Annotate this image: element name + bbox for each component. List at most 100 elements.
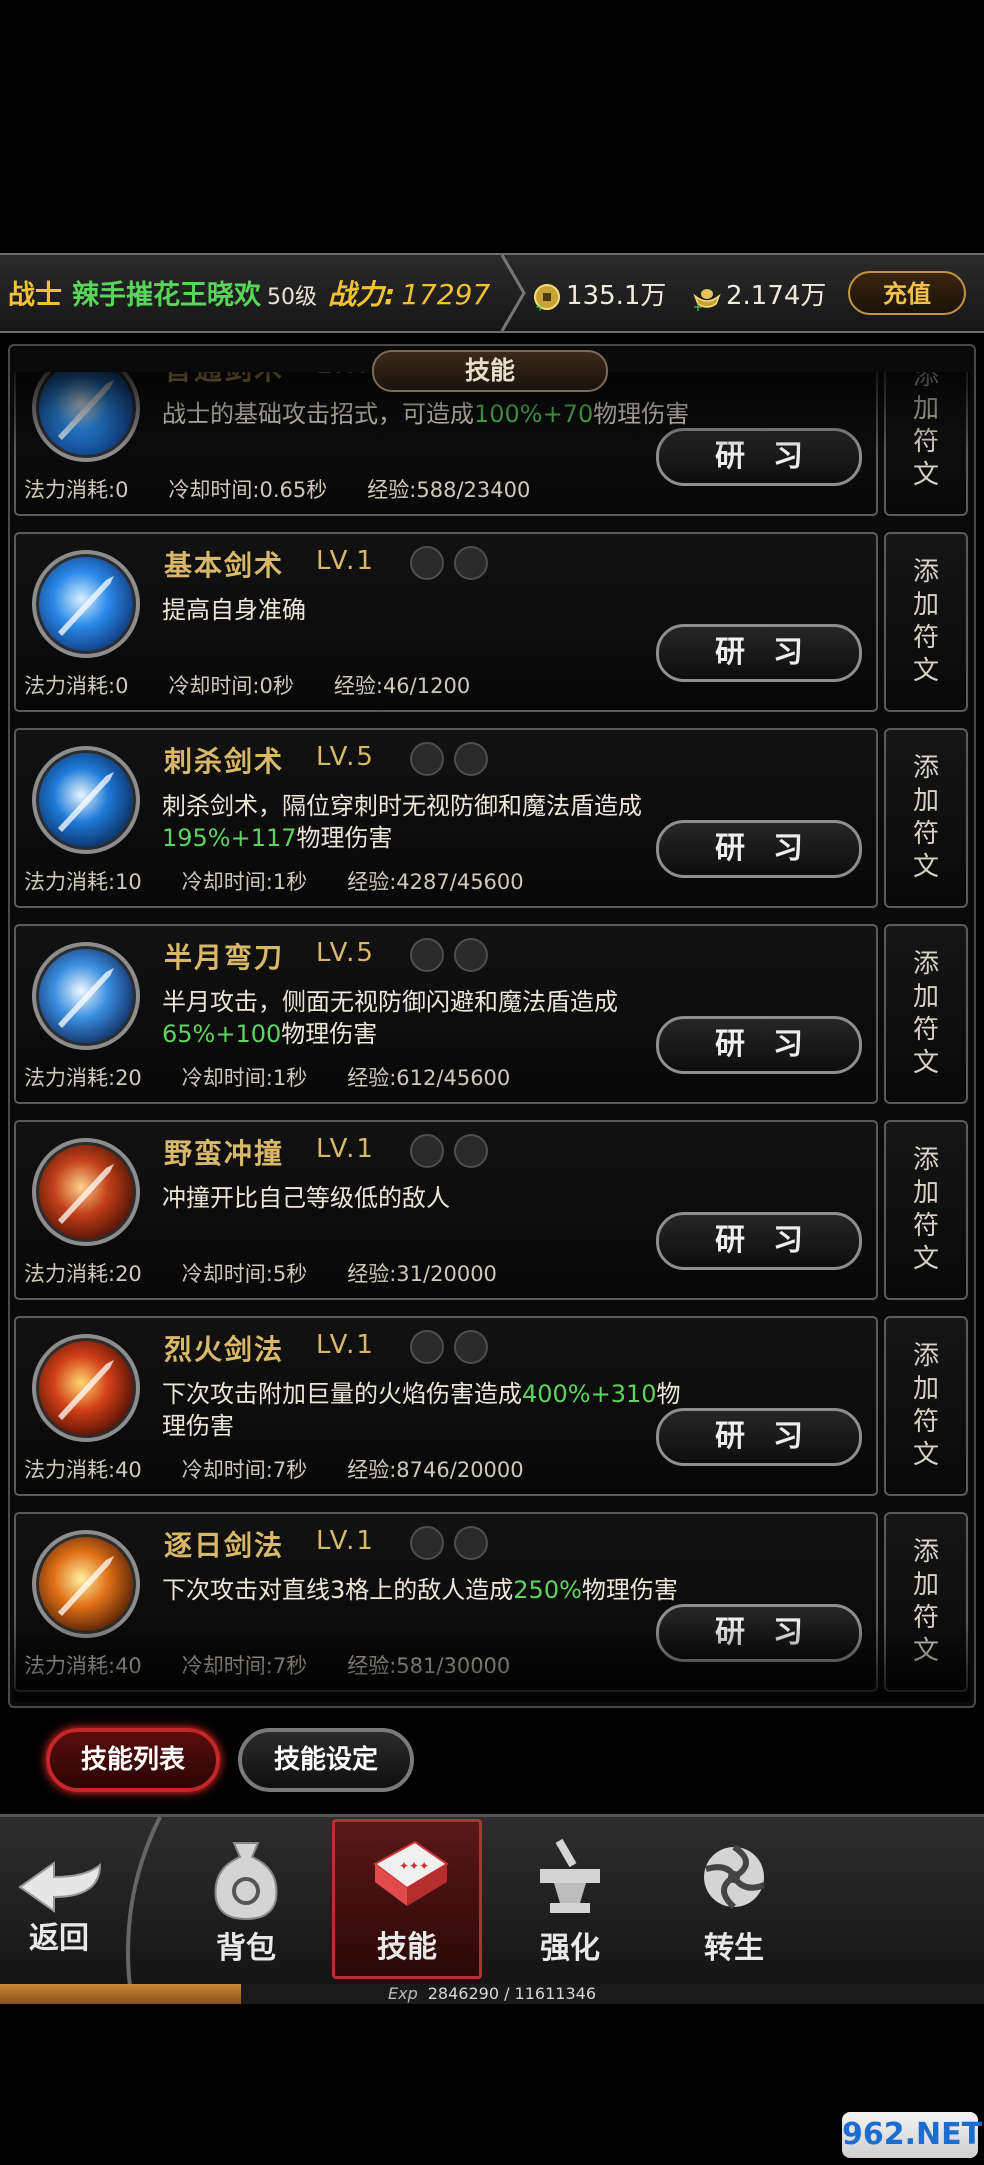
skill-name: 刺杀剑术 [164, 745, 285, 778]
rune-slot[interactable] [454, 742, 488, 776]
skill-description: 半月攻击，侧面无视防御闪避和魔法盾造成 65%+100物理伤害 [162, 986, 702, 1050]
add-rune-label-char: 加 [912, 590, 939, 620]
bottom-nav: 返回 背包 ✦✦✦ 技能 强化 转生 [0, 1814, 984, 1987]
skill-description: 战士的基础攻击招式，可造成100%+70物理伤害 [162, 398, 702, 430]
fire-sword-icon [32, 1334, 140, 1442]
rune-slot[interactable] [410, 546, 444, 580]
skill-name: 野蛮冲撞 [164, 1137, 285, 1170]
mana-cost: 法力消耗:0 [24, 478, 129, 502]
study-button[interactable]: 研习 [656, 624, 862, 682]
back-arrow-icon [18, 1861, 102, 1913]
add-rune-button[interactable]: 添加符文 [884, 532, 968, 712]
skill-card[interactable]: 野蛮冲撞 LV.1 冲撞开比自己等级低的敌人法力消耗:20 冷却时间:5秒 经验:31/… [14, 1120, 878, 1300]
exp-value: 2846290 / 11611346 [427, 1984, 596, 2003]
skill-list[interactable]: 普通剑术LV.7战士的基础攻击招式，可造成100%+70物理伤害法力消耗:0冷却… [14, 372, 970, 1702]
description-text: 冲撞开比自己等级低的敌人 [162, 1184, 450, 1212]
mana-cost: 法力消耗:10 [24, 870, 142, 894]
add-rune-label-char: 添 [912, 1145, 939, 1175]
ingot-value: 2.174万 [726, 281, 827, 311]
add-rune-label-char: 符 [912, 819, 939, 849]
study-button[interactable]: 研习 [656, 1604, 862, 1662]
bag-label: 背包 [216, 1931, 276, 1966]
power-value: 17297 [401, 278, 491, 311]
back-button[interactable]: 返回 [4, 1827, 114, 1977]
add-rune-button[interactable]: 添加符文 [884, 1512, 968, 1692]
skill-stats: 法力消耗:0 冷却时间:0.65秒 经验:588/23400 [24, 474, 570, 504]
sword-thrust-icon [32, 746, 140, 854]
skill-stats: 法力消耗:20 冷却时间:5秒 经验:31/20000 [24, 1258, 537, 1288]
tab-skill-settings[interactable]: 技能设定 [238, 1728, 414, 1792]
add-rune-button[interactable]: 添加符文 [884, 728, 968, 908]
nav-skills[interactable]: ✦✦✦ 技能 [332, 1819, 482, 1979]
skill-stats: 法力消耗:10 冷却时间:1秒 经验:4287/45600 [24, 866, 564, 896]
nav-rebirth[interactable]: 转生 [664, 1827, 804, 1977]
skill-description: 下次攻击附加巨量的火焰伤害造成400%+310物理伤害 [162, 1378, 702, 1442]
skill-name: 烈火剑法 [164, 1333, 285, 1366]
skill-card[interactable]: 刺杀剑术 LV.5 刺杀剑术，隔位穿刺时无视防御和魔法盾造成 195%+117物理伤害… [14, 728, 878, 908]
nav-enhance[interactable]: 强化 [500, 1827, 640, 1977]
skill-exp: 经验:8746/20000 [347, 1458, 524, 1482]
skill-description: 下次攻击对直线3格上的敌人造成250%物理伤害 [162, 1574, 702, 1606]
blade-glyph [58, 1556, 114, 1616]
add-rune-button[interactable]: 添加符文 [884, 372, 968, 516]
skill-card[interactable]: 基本剑术 LV.1 提高自身准确 法力消耗:0 冷却时间:0秒 经验:46/1200 研习 [14, 532, 878, 712]
skill-level: LV.7 [316, 372, 375, 380]
rune-slot[interactable] [410, 1134, 444, 1168]
add-rune-label-char: 文 [912, 852, 939, 882]
study-button[interactable]: 研习 [656, 428, 862, 486]
add-rune-button[interactable]: 添加符文 [884, 1316, 968, 1496]
skill-card[interactable]: 烈火剑法 LV.1 下次攻击附加巨量的火焰伤害造成400%+310物理伤害 法力消耗:… [14, 1316, 878, 1496]
skill-card[interactable]: 半月弯刀 LV.5 半月攻击，侧面无视防御闪避和魔法盾造成 65%+100物理伤害 法力… [14, 924, 878, 1104]
recharge-button[interactable]: 充值 [848, 271, 966, 315]
skill-level: LV.1 [316, 1134, 375, 1164]
add-rune-label-char: 添 [912, 949, 939, 979]
blade-glyph [58, 1164, 114, 1224]
add-rune-button[interactable]: 添加符文 [884, 1120, 968, 1300]
blade-glyph [58, 576, 114, 636]
skill-exp: 经验:4287/45600 [347, 870, 524, 894]
rune-slot[interactable] [454, 1526, 488, 1560]
rune-slot[interactable] [410, 1526, 444, 1560]
tab-skill-list[interactable]: 技能列表 [46, 1728, 220, 1792]
add-rune-label-char: 文 [912, 1636, 939, 1666]
study-button[interactable]: 研习 [656, 1408, 862, 1466]
blade-glyph [58, 772, 114, 832]
coin-icon: + [534, 283, 560, 312]
skill-stats: 法力消耗:0 冷却时间:0秒 经验:46/1200 [24, 670, 510, 700]
svg-text:+: + [693, 300, 703, 312]
add-rune-label-char: 文 [912, 656, 939, 686]
rune-slot[interactable] [410, 742, 444, 776]
rune-slot[interactable] [454, 546, 488, 580]
skill-description: 提高自身准确 [162, 594, 702, 626]
skill-level: LV.1 [316, 1526, 375, 1556]
player-level: 50级 [267, 285, 317, 310]
add-rune-label-char: 加 [912, 394, 939, 424]
skill-card[interactable]: 逐日剑法 LV.1 下次攻击对直线3格上的敌人造成250%物理伤害 法力消耗:40 冷却… [14, 1512, 878, 1692]
add-rune-label-char: 添 [912, 1341, 939, 1371]
add-rune-button[interactable]: 添加符文 [884, 924, 968, 1104]
skill-name: 普通剑术 [164, 372, 284, 388]
damage-value: 400%+310 [522, 1380, 657, 1408]
description-text: 物理伤害 [581, 1576, 678, 1604]
rune-slot[interactable] [454, 938, 488, 972]
add-rune-label-char: 符 [912, 1407, 939, 1437]
rune-slot[interactable] [454, 1134, 488, 1168]
rune-slot[interactable] [410, 1330, 444, 1364]
add-rune-label-char: 加 [912, 1570, 939, 1600]
study-button[interactable]: 研习 [656, 1212, 862, 1270]
study-button[interactable]: 研习 [656, 820, 862, 878]
study-button[interactable]: 研习 [656, 1016, 862, 1074]
rune-slot[interactable] [454, 1330, 488, 1364]
ingot-balance: + 2.174万 [692, 275, 826, 312]
skills-label: 技能 [377, 1930, 437, 1965]
skill-card[interactable]: 普通剑术 LV.7 战士的基础攻击招式，可造成100%+70物理伤害法力消耗:0 冷却… [14, 372, 878, 516]
rune-slot[interactable] [410, 938, 444, 972]
coin-balance: + 135.1万 [532, 275, 666, 312]
coin-value: 135.1万 [566, 281, 667, 311]
cooldown: 冷却时间:0秒 [168, 674, 294, 698]
skill-book-icon: ✦✦✦ [373, 1840, 449, 1906]
back-label: 返回 [29, 1921, 89, 1956]
skill-level: LV.1 [316, 1330, 375, 1360]
add-rune-label-char: 加 [912, 786, 939, 816]
nav-bag[interactable]: 背包 [176, 1827, 316, 1977]
